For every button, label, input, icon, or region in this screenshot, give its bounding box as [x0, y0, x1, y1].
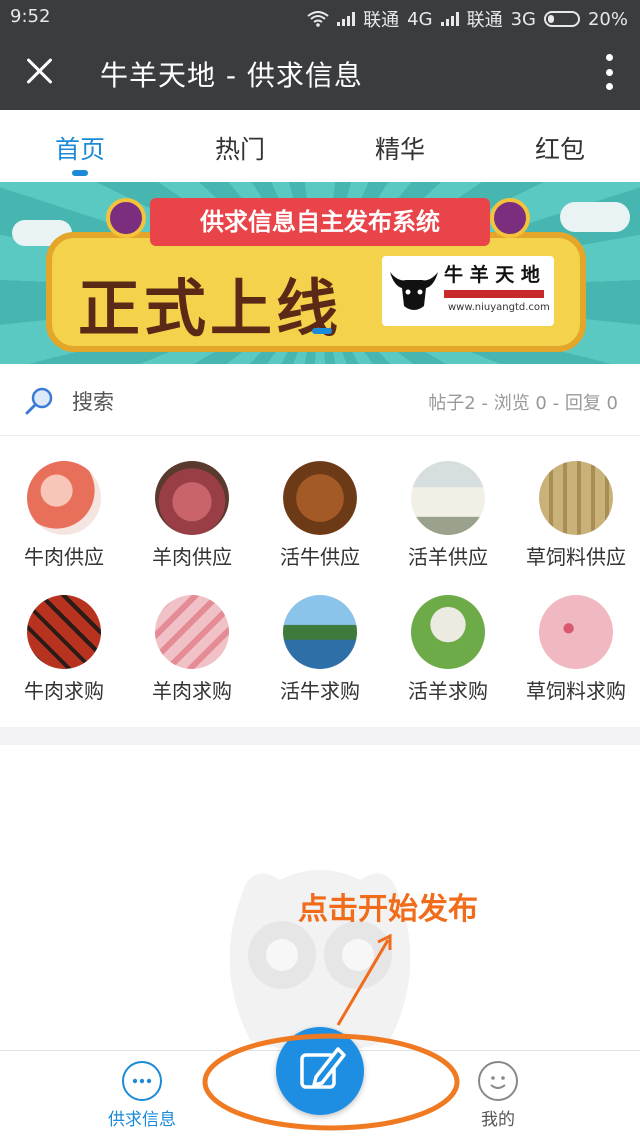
status-indicators: 联通 4G 联通 3G 20%: [307, 6, 628, 32]
live-sheep-supply-image: [411, 461, 485, 535]
network-1: 4G: [407, 8, 433, 30]
category-label: 草饲料求购: [526, 679, 626, 703]
category-live-sheep-supply[interactable]: 活羊供应: [384, 461, 512, 570]
logo-bar: [444, 290, 544, 298]
forum-stats: 帖子2 - 浏览 0 - 回复 0: [428, 393, 618, 414]
category-mutton-supply[interactable]: 羊肉供应: [128, 461, 256, 570]
category-forage-supply[interactable]: 草饲料供应: [512, 461, 640, 570]
logo-name: 牛 羊 天 地: [444, 264, 540, 286]
tab-bar: 首页 热门 精华 红包: [0, 110, 640, 182]
more-options-icon[interactable]: [604, 54, 614, 90]
category-label: 活牛求购: [280, 679, 360, 703]
category-label: 牛肉求购: [24, 679, 104, 703]
battery-icon: [543, 11, 580, 27]
search-row[interactable]: 搜索 帖子2 - 浏览 0 - 回复 0: [0, 364, 640, 436]
megaphone-icon: [490, 198, 530, 238]
tab-red-packet[interactable]: 红包: [480, 110, 640, 182]
category-label: 羊肉供应: [152, 545, 232, 569]
close-icon[interactable]: [18, 50, 62, 94]
beef-supply-image: [27, 461, 101, 535]
tab-featured[interactable]: 精华: [320, 110, 480, 182]
search-icon: [25, 387, 53, 415]
carousel-indicator: [312, 328, 332, 334]
battery-level: 20%: [587, 8, 628, 30]
network-2: 3G: [510, 8, 536, 30]
category-label: 草饲料供应: [526, 545, 626, 569]
signal-icon: [337, 12, 356, 26]
signal-icon: [440, 12, 459, 26]
carrier-2: 联通: [466, 10, 503, 31]
category-label: 牛肉供应: [24, 545, 104, 569]
wifi-icon: [307, 11, 329, 27]
live-sheep-purchase-image: [411, 595, 485, 669]
title-bar: 牛羊天地 - 供求信息: [0, 34, 640, 110]
forage-supply-image: [539, 461, 613, 535]
cloud-decoration: [560, 202, 630, 232]
brand-logo: 牛 羊 天 地 www.niuyangtd.com: [382, 256, 554, 326]
nav-label: 我的: [481, 1110, 515, 1130]
tab-home[interactable]: 首页: [0, 110, 160, 182]
chat-bubble-icon: [122, 1061, 162, 1101]
category-mutton-purchase[interactable]: 羊肉求购: [128, 595, 256, 704]
status-time: 9:52: [10, 6, 51, 27]
category-label: 活牛供应: [280, 545, 360, 569]
category-live-sheep-purchase[interactable]: 活羊求购: [384, 595, 512, 704]
edit-icon: [300, 1047, 346, 1089]
category-label: 活羊求购: [408, 679, 488, 703]
promo-banner[interactable]: 供求信息自主发布系统 正式上线 牛 羊 天 地 www.niuyangtd.co…: [0, 182, 640, 364]
category-forage-purchase[interactable]: 草饲料求购: [512, 595, 640, 704]
live-cattle-purchase-image: [283, 595, 357, 669]
mutton-supply-image: [155, 461, 229, 535]
tab-hot[interactable]: 热门: [160, 110, 320, 182]
nav-supply-info[interactable]: 供求信息: [82, 1061, 202, 1130]
bull-head-icon: [390, 272, 438, 310]
category-live-cattle-supply[interactable]: 活牛供应: [256, 461, 384, 570]
logo-url: www.niuyangtd.com: [448, 302, 550, 313]
nav-mine[interactable]: 我的: [438, 1061, 558, 1130]
publish-hint: 点击开始发布: [298, 892, 478, 927]
live-cattle-supply-image: [283, 461, 357, 535]
status-bar: 9:52 联通 4G 联通 3G 20%: [0, 0, 640, 34]
nav-label: 供求信息: [108, 1110, 176, 1130]
page-title: 牛羊天地 - 供求信息: [100, 59, 363, 92]
beef-purchase-image: [27, 595, 101, 669]
compose-button[interactable]: [276, 1027, 364, 1115]
category-beef-purchase[interactable]: 牛肉求购: [0, 595, 128, 704]
banner-board: 正式上线 牛 羊 天 地 www.niuyangtd.com: [46, 232, 586, 352]
banner-ribbon: 供求信息自主发布系统: [150, 198, 490, 246]
mutton-purchase-image: [155, 595, 229, 669]
banner-headline: 正式上线: [78, 272, 343, 345]
forage-purchase-image: [539, 595, 613, 669]
hint-arrow-icon: [336, 933, 392, 1026]
category-label: 活羊供应: [408, 545, 488, 569]
megaphone-icon: [106, 198, 146, 238]
category-live-cattle-purchase[interactable]: 活牛求购: [256, 595, 384, 704]
category-grid: 牛肉供应 羊肉供应 活牛供应 活羊供应 草饲料供应 牛肉求购 羊肉求购 活牛求购…: [0, 437, 640, 727]
section-divider: [0, 727, 640, 745]
search-label[interactable]: 搜索: [72, 386, 114, 416]
category-beef-supply[interactable]: 牛肉供应: [0, 461, 128, 570]
category-label: 羊肉求购: [152, 679, 232, 703]
smiley-icon: [478, 1061, 518, 1101]
carrier-1: 联通: [363, 10, 400, 31]
